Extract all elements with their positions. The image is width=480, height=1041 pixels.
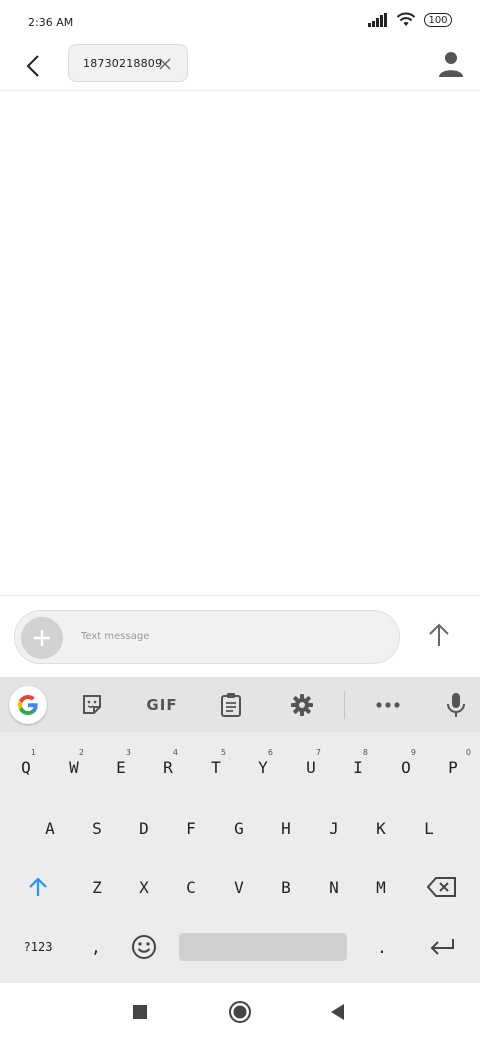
- key-w[interactable]: W2: [50, 742, 98, 792]
- sticker-icon: [83, 695, 101, 714]
- recipient-chip[interactable]: 18730218809: [68, 44, 188, 82]
- key-k[interactable]: K: [357, 803, 405, 853]
- status-time: 2:36 AM: [28, 16, 74, 29]
- key-d[interactable]: D: [120, 803, 168, 853]
- wifi-icon: [396, 12, 416, 26]
- key-b[interactable]: B: [262, 862, 310, 912]
- signal-icon: [368, 12, 387, 27]
- microphone-icon: [447, 693, 465, 717]
- key-h[interactable]: H: [262, 803, 310, 853]
- close-icon[interactable]: [157, 56, 173, 72]
- recents-square-icon: [133, 1005, 147, 1019]
- compose-bar: Text message: [0, 595, 480, 678]
- more-dots-icon: [376, 702, 400, 708]
- period-key[interactable]: .: [358, 922, 406, 972]
- key-p[interactable]: P0: [429, 742, 477, 792]
- battery-icon: 100: [424, 12, 452, 27]
- google-button[interactable]: [9, 686, 47, 724]
- plus-icon: [34, 630, 50, 646]
- clipboard-button[interactable]: [215, 689, 247, 721]
- back-triangle-icon: [331, 1004, 344, 1020]
- shift-arrow-icon: [29, 877, 47, 896]
- key-f[interactable]: F: [167, 803, 215, 853]
- nav-back-button[interactable]: [326, 1000, 350, 1024]
- comma-key[interactable]: ,: [72, 922, 120, 972]
- home-circle-icon: [229, 1001, 251, 1023]
- key-q[interactable]: Q1: [2, 742, 50, 792]
- enter-arrow-icon: [430, 939, 454, 955]
- key-a[interactable]: A: [26, 803, 74, 853]
- key-u[interactable]: U7: [287, 742, 335, 792]
- backspace-icon: [427, 877, 456, 897]
- keyboard-toolbar: GIF: [0, 677, 480, 732]
- enter-key[interactable]: [414, 922, 470, 972]
- key-r[interactable]: R4: [144, 742, 192, 792]
- voice-input-button[interactable]: [440, 689, 472, 721]
- app-bar: 18730218809: [0, 44, 480, 91]
- toolbar-divider: [344, 691, 345, 719]
- space-bar[interactable]: [179, 933, 347, 961]
- gif-label: GIF: [146, 696, 178, 714]
- message-input[interactable]: Text message: [14, 610, 400, 664]
- backspace-key[interactable]: [414, 862, 470, 912]
- key-m[interactable]: M: [357, 862, 405, 912]
- back-arrow-icon[interactable]: [18, 50, 50, 82]
- status-bar: 2:36 AM 100: [0, 0, 480, 44]
- message-placeholder: Text message: [81, 631, 150, 642]
- key-n[interactable]: N: [310, 862, 358, 912]
- conversation-area: [0, 91, 480, 595]
- shift-key[interactable]: [14, 862, 62, 912]
- emoji-icon: [132, 935, 156, 959]
- google-g-icon: [18, 695, 38, 715]
- recipient-number: 18730218809: [83, 56, 163, 70]
- key-c[interactable]: C: [167, 862, 215, 912]
- key-x[interactable]: X: [120, 862, 168, 912]
- gif-button[interactable]: GIF: [140, 689, 184, 721]
- key-y[interactable]: Y6: [239, 742, 287, 792]
- key-g[interactable]: G: [215, 803, 263, 853]
- clipboard-icon: [221, 693, 241, 717]
- settings-button[interactable]: [286, 689, 318, 721]
- key-o[interactable]: O9: [382, 742, 430, 792]
- more-button[interactable]: [372, 689, 404, 721]
- key-l[interactable]: L: [405, 803, 453, 853]
- keyboard: Q1 W2 E3 R4 T5 Y6 U7 I8 O9 P0 A S D F G …: [0, 732, 480, 982]
- key-v[interactable]: V: [215, 862, 263, 912]
- home-button[interactable]: [228, 1000, 252, 1024]
- key-s[interactable]: S: [73, 803, 121, 853]
- status-icons: 100: [368, 12, 452, 27]
- sticker-button[interactable]: [76, 689, 108, 721]
- send-arrow-icon[interactable]: [424, 620, 454, 650]
- gear-icon: [291, 694, 313, 716]
- key-e[interactable]: E3: [97, 742, 145, 792]
- symbols-key[interactable]: ?123: [12, 922, 64, 972]
- contact-icon[interactable]: [438, 50, 464, 78]
- key-j[interactable]: J: [310, 803, 358, 853]
- add-attachment-button[interactable]: [21, 617, 63, 659]
- emoji-key[interactable]: [120, 922, 168, 972]
- key-z[interactable]: Z: [73, 862, 121, 912]
- key-t[interactable]: T5: [192, 742, 240, 792]
- recents-button[interactable]: [128, 1000, 152, 1024]
- key-i[interactable]: I8: [334, 742, 382, 792]
- navigation-bar: [0, 982, 480, 1041]
